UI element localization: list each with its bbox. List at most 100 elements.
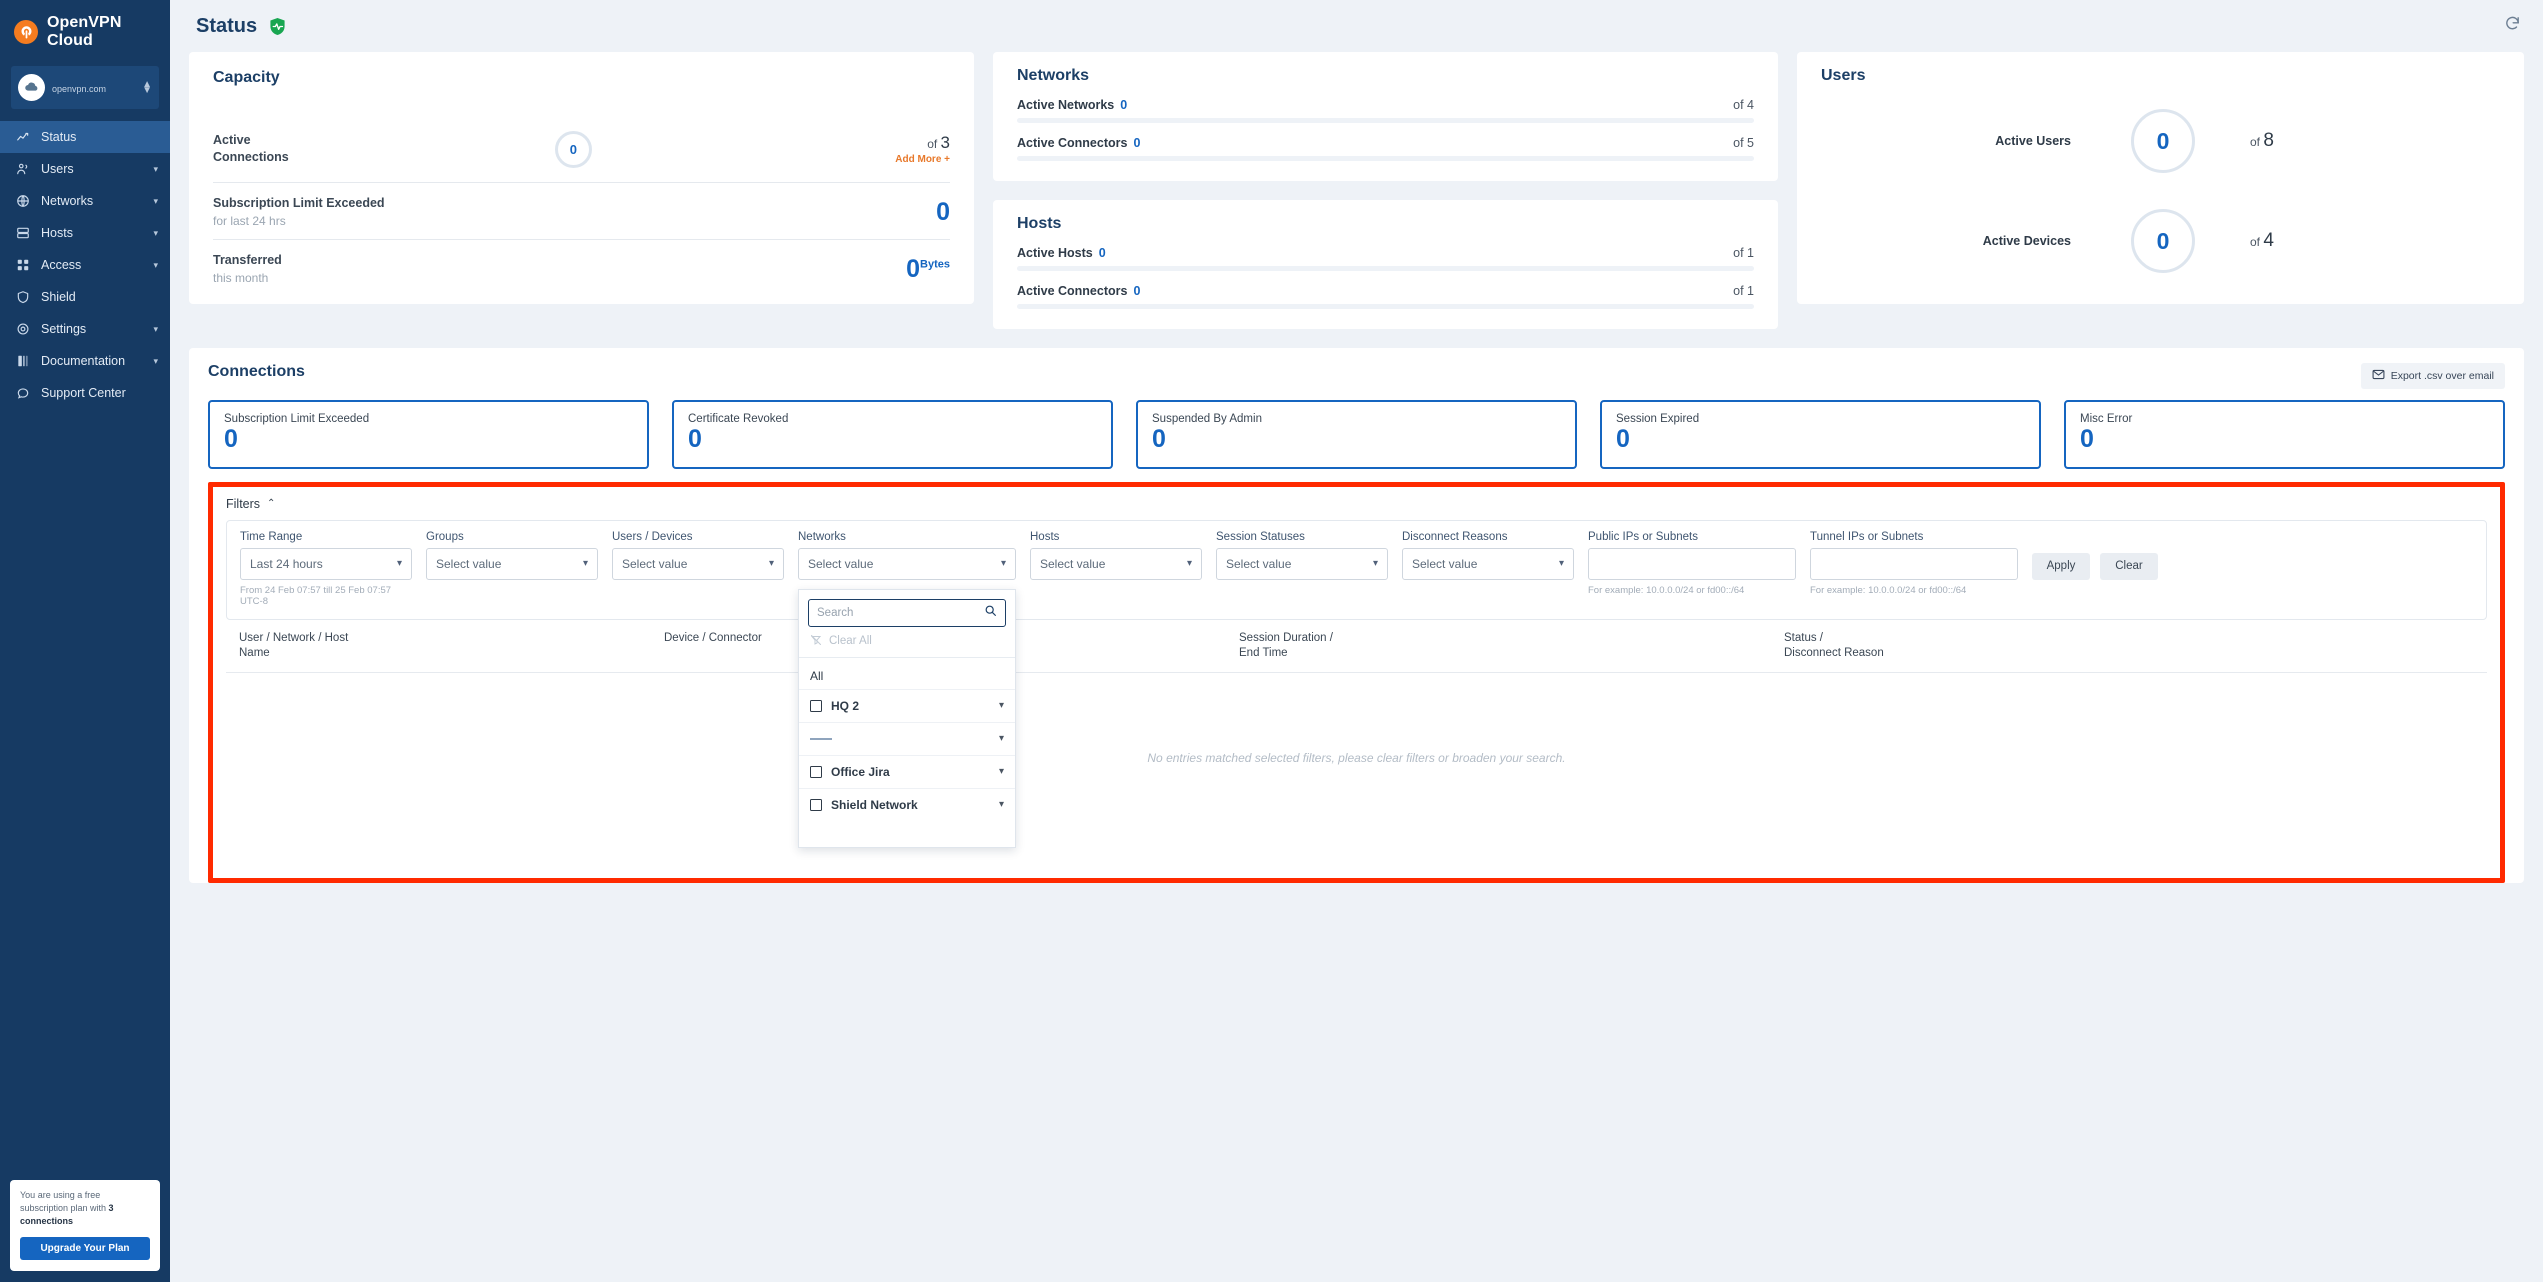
sidebar-item-settings[interactable]: Settings ▾ bbox=[0, 313, 170, 345]
capacity-row-active-connections: Active Connections 0 of 3 Add More + bbox=[213, 125, 950, 182]
transferred-value: 0 bbox=[906, 254, 921, 283]
column-line2: Disconnect Reason bbox=[1784, 647, 1884, 660]
org-text: openvpn.com bbox=[52, 82, 135, 94]
networks-line: Active Networks 0 of 4 bbox=[1017, 98, 1754, 112]
stat-label: Certificate Revoked bbox=[688, 413, 789, 425]
networks-option-placeholder[interactable]: ▾ bbox=[799, 721, 1015, 755]
hosts-select[interactable]: Select value ▾ bbox=[1030, 547, 1202, 580]
connections-section: Connections Export .csv over email Subsc… bbox=[189, 348, 2524, 883]
hosts-progress-bar bbox=[1017, 266, 1754, 271]
capacity-label-sub: this month bbox=[213, 270, 269, 285]
active-devices-of: of 4 bbox=[2195, 230, 2500, 252]
filters-form: Time Range Last 24 hours ▾ From 24 Feb 0… bbox=[226, 519, 2487, 848]
disconnect-reasons-select[interactable]: Select value ▾ bbox=[1402, 547, 1574, 580]
disconnect-reasons-value: Select value bbox=[1412, 556, 1478, 571]
sidebar-item-networks[interactable]: Networks ▾ bbox=[0, 185, 170, 217]
upgrade-plan-button[interactable]: Upgrade Your Plan bbox=[20, 1237, 150, 1260]
stat-value: 0 bbox=[2080, 425, 2094, 453]
table-header-row: User / Network / Host Name Device / Conn… bbox=[226, 622, 2487, 673]
networks-option-hq-2[interactable]: HQ 2 ▾ bbox=[799, 688, 1015, 722]
active-connections-donut: 0 bbox=[554, 130, 592, 168]
users-rows: Active Users 0 of 8 Active Devices 0 of … bbox=[1821, 91, 2500, 291]
stat-box-session-expired[interactable]: Session Expired 0 bbox=[1600, 400, 2041, 469]
networks-option-label: HQ 2 bbox=[831, 698, 860, 713]
capacity-row-label: Active Connections bbox=[213, 132, 289, 166]
sidebar-item-status[interactable]: Status bbox=[0, 121, 170, 153]
groups-select[interactable]: Select value ▾ bbox=[426, 547, 598, 580]
connections-header: Connections Export .csv over email bbox=[208, 363, 2505, 389]
networks-dropdown-footer-pad bbox=[799, 821, 1015, 847]
capacity-of: of 3 bbox=[858, 133, 950, 153]
chevron-down-icon[interactable]: ▾ bbox=[999, 799, 1004, 810]
sidebar-item-hosts[interactable]: Hosts ▾ bbox=[0, 217, 170, 249]
hosts-value: 0 bbox=[1133, 284, 1141, 298]
sidebar-item-support-center[interactable]: Support Center bbox=[0, 377, 170, 409]
brand-name: OpenVPN Cloud bbox=[47, 14, 122, 49]
networks-title: Networks bbox=[1017, 67, 1090, 84]
networks-search-box[interactable] bbox=[808, 598, 1006, 627]
search-icon[interactable] bbox=[984, 604, 997, 622]
public-ips-input[interactable] bbox=[1588, 547, 1796, 580]
hosts-row-active-connectors: Active Connectors 0 of 1 bbox=[1017, 284, 1754, 309]
filter-session-statuses: Session Statuses Select value ▾ bbox=[1216, 531, 1388, 580]
stat-box-subscription-limit-exceeded[interactable]: Subscription Limit Exceeded 0 bbox=[208, 400, 649, 469]
tunnel-ips-input[interactable] bbox=[1810, 547, 2018, 580]
hosts-title: Hosts bbox=[1017, 215, 1062, 232]
add-more-link[interactable]: Add More + bbox=[858, 154, 950, 165]
server-icon bbox=[16, 226, 30, 240]
active-users-of: of 8 bbox=[2195, 130, 2500, 152]
sidebar-item-label: Access bbox=[41, 258, 82, 272]
sidebar-item-label: Settings bbox=[41, 322, 87, 336]
column-line1: User / Network / Host bbox=[239, 631, 349, 644]
users-devices-value: Select value bbox=[622, 556, 688, 571]
checkbox[interactable] bbox=[810, 798, 822, 811]
chevron-down-icon: ▾ bbox=[396, 558, 402, 569]
hosts-label: Active Hosts bbox=[1017, 246, 1093, 260]
filter-tunnel-ips: Tunnel IPs or Subnets For example: 10.0.… bbox=[1810, 531, 2018, 596]
sidebar-item-documentation[interactable]: Documentation ▾ bbox=[0, 345, 170, 377]
filter-label: Disconnect Reasons bbox=[1402, 530, 1508, 543]
session-statuses-select[interactable]: Select value ▾ bbox=[1216, 547, 1388, 580]
chevron-down-icon[interactable]: ▾ bbox=[999, 733, 1004, 744]
sidebar-item-access[interactable]: Access ▾ bbox=[0, 249, 170, 281]
hosts-value: Select value bbox=[1040, 556, 1106, 571]
clear-filters-button[interactable]: Clear bbox=[2100, 552, 2158, 580]
capacity-of-value: 3 bbox=[940, 133, 950, 152]
capacity-row-transferred: Transferred this month 0Bytes bbox=[213, 239, 950, 296]
chevron-down-icon: ▾ bbox=[153, 227, 158, 238]
networks-search-input[interactable] bbox=[817, 606, 978, 619]
networks-option-office-jira[interactable]: Office Jira ▾ bbox=[799, 754, 1015, 788]
stat-box-certificate-revoked[interactable]: Certificate Revoked 0 bbox=[672, 400, 1113, 469]
stat-box-misc-error[interactable]: Misc Error 0 bbox=[2064, 400, 2505, 469]
export-csv-button[interactable]: Export .csv over email bbox=[2360, 363, 2505, 389]
refresh-icon[interactable] bbox=[2504, 15, 2521, 37]
globe-icon bbox=[16, 194, 30, 208]
users-devices-select[interactable]: Select value ▾ bbox=[612, 547, 784, 580]
green-shield-pulse-icon bbox=[268, 16, 287, 37]
stat-value: 0 bbox=[1616, 425, 1630, 453]
upsell-text-before: You are using a free subscription plan w… bbox=[20, 1189, 109, 1213]
stat-box-suspended-by-admin[interactable]: Suspended By Admin 0 bbox=[1136, 400, 1577, 469]
org-switcher[interactable]: openvpn.com ▲ ▼ bbox=[11, 66, 159, 109]
active-users-label: Active Users bbox=[1995, 134, 2071, 148]
apply-filters-button[interactable]: Apply bbox=[2032, 552, 2090, 580]
time-range-select[interactable]: Last 24 hours ▾ bbox=[240, 547, 412, 580]
page-title: Status bbox=[196, 14, 258, 37]
main-area: Status Capacity Active Connections 0 of … bbox=[170, 0, 2543, 1282]
filters-bar[interactable]: Filters ⌃ bbox=[226, 497, 2487, 511]
networks-option-shield-network[interactable]: Shield Network ▾ bbox=[799, 787, 1015, 821]
sidebar-item-shield[interactable]: Shield bbox=[0, 281, 170, 313]
filter-users-devices: Users / Devices Select value ▾ bbox=[612, 531, 784, 580]
filter-label: Groups bbox=[426, 530, 464, 543]
sidebar-item-users[interactable]: Users ▾ bbox=[0, 153, 170, 185]
chevron-down-icon[interactable]: ▾ bbox=[999, 700, 1004, 711]
checkbox[interactable] bbox=[810, 699, 822, 712]
hosts-value: 0 bbox=[1098, 246, 1106, 260]
chevron-down-icon[interactable]: ▾ bbox=[999, 766, 1004, 777]
filter-label: Public IPs or Subnets bbox=[1588, 530, 1698, 543]
networks-clear-all-button[interactable]: Clear All bbox=[799, 627, 1015, 658]
networks-select[interactable]: Select value ▾ bbox=[798, 547, 1016, 580]
time-range-hint: From 24 Feb 07:57 till 25 Feb 07:57 UTC-… bbox=[240, 584, 392, 607]
chevron-up-icon[interactable]: ⌃ bbox=[267, 498, 275, 509]
checkbox[interactable] bbox=[810, 765, 822, 778]
